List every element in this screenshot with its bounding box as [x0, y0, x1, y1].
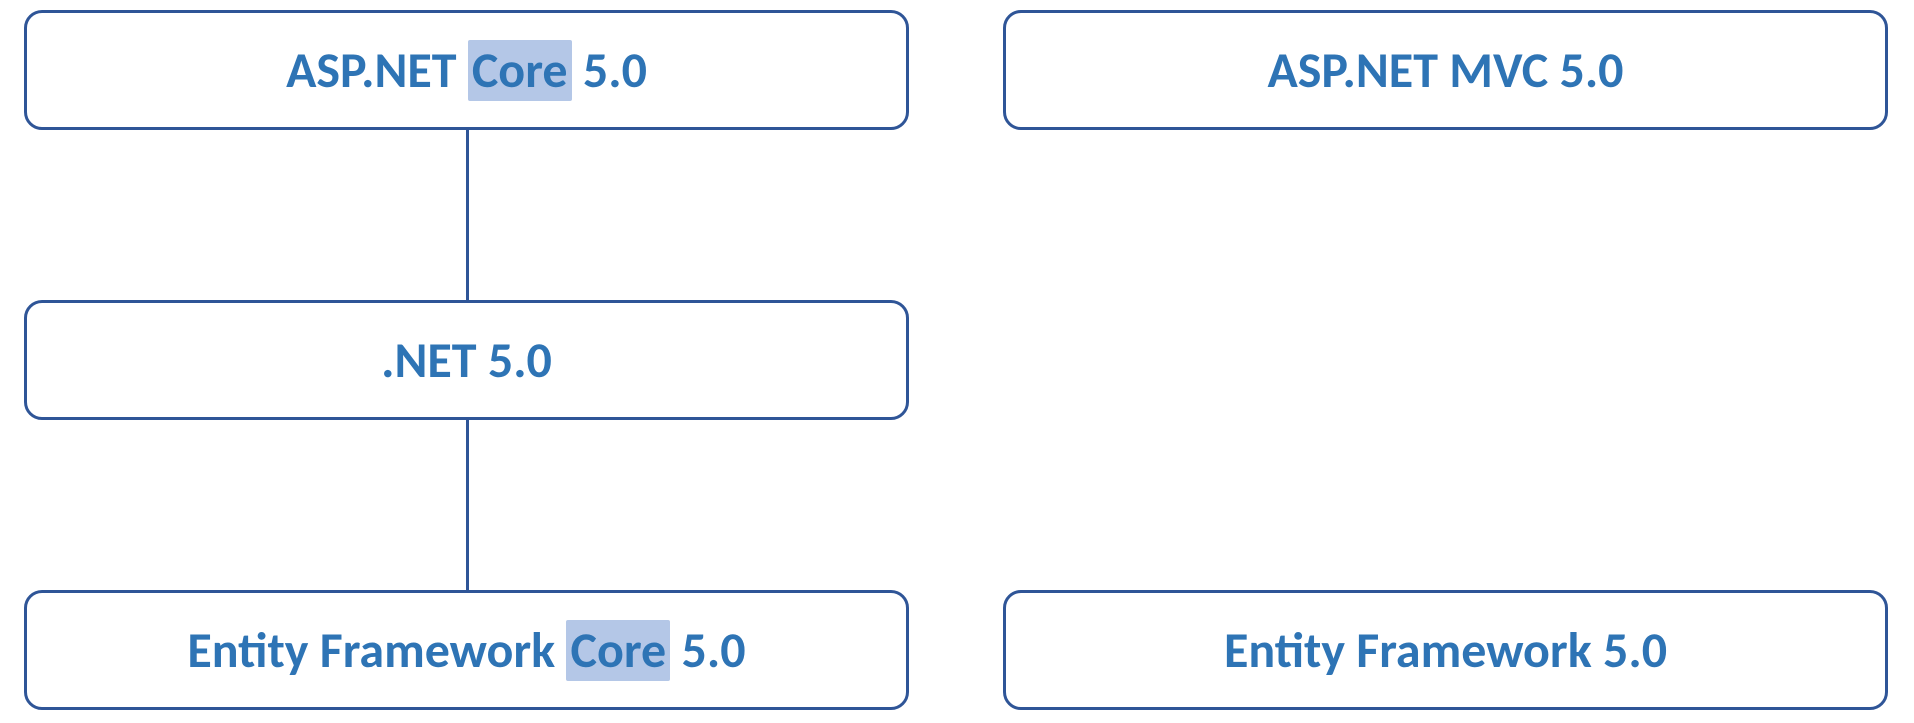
label-part: 5.0	[572, 40, 647, 101]
label-part: 5.0	[670, 620, 745, 681]
node-aspnet-mvc-label: ASP.NET MVC 5.0	[1267, 40, 1623, 101]
node-net5-label: .NET 5.0	[381, 330, 552, 391]
node-ef5-label: Entity Framework 5.0	[1224, 620, 1667, 681]
diagram-canvas: ASP.NET Core 5.0 .NET 5.0 Entity Framewo…	[0, 0, 1914, 723]
node-net5: .NET 5.0	[24, 300, 909, 420]
connector-bottom	[466, 420, 469, 590]
node-ef-core-label: Entity Framework Core 5.0	[187, 620, 745, 681]
label-part: Entity Framework	[187, 620, 566, 681]
node-aspnet-core-label: ASP.NET Core 5.0	[286, 40, 647, 101]
highlight-core: Core	[468, 40, 572, 101]
node-aspnet-core: ASP.NET Core 5.0	[24, 10, 909, 130]
node-aspnet-mvc: ASP.NET MVC 5.0	[1003, 10, 1888, 130]
label-part: ASP.NET	[286, 40, 468, 101]
node-ef-core: Entity Framework Core 5.0	[24, 590, 909, 710]
node-ef5: Entity Framework 5.0	[1003, 590, 1888, 710]
connector-top	[466, 130, 469, 300]
highlight-core: Core	[566, 620, 670, 681]
